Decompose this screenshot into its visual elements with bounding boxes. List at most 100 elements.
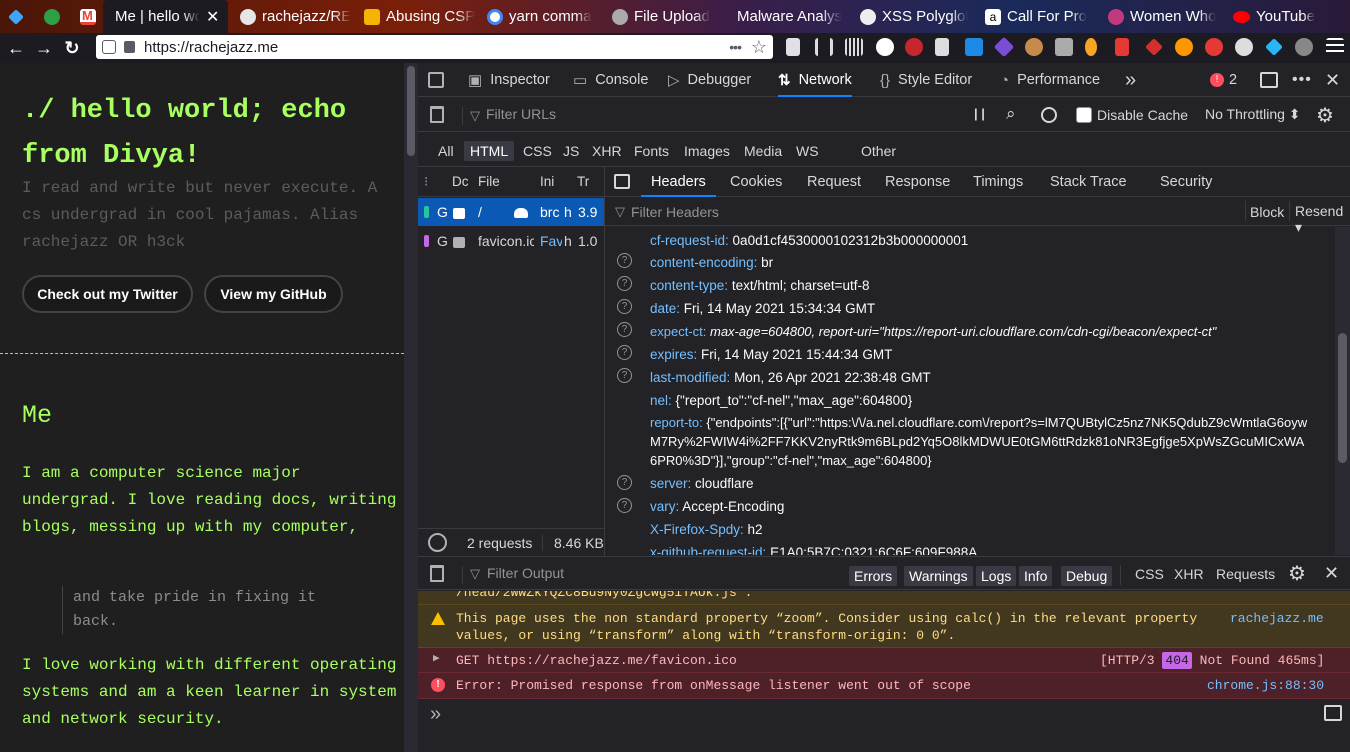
barcode-icon[interactable] <box>845 38 863 56</box>
level-warnings[interactable]: Warnings <box>904 566 973 586</box>
ublock-icon[interactable] <box>905 38 923 56</box>
extension-dots-icon[interactable] <box>1205 38 1223 56</box>
column-transferred[interactable]: Tr <box>577 174 589 189</box>
table-row[interactable]: G / brc h 3.9 <box>418 198 604 226</box>
url-text[interactable]: https://rachejazz.me <box>144 39 278 56</box>
extension-bulb-icon[interactable] <box>1085 38 1097 56</box>
page-actions-button[interactable]: ••• <box>729 39 742 55</box>
level-logs[interactable]: Logs <box>976 566 1017 586</box>
help-icon[interactable]: ? <box>617 368 632 383</box>
close-devtools-icon[interactable]: ✕ <box>1325 63 1340 97</box>
clear-console-icon[interactable] <box>430 565 444 582</box>
tab-pinned-1[interactable] <box>8 0 30 33</box>
more-tools-icon[interactable]: » <box>1125 63 1136 97</box>
hamburger-menu-icon[interactable] <box>1326 38 1344 56</box>
filter-urls-input[interactable]: Filter URLs <box>486 106 556 122</box>
tab-pinned-gmail[interactable]: M <box>80 0 102 33</box>
type-js[interactable]: JS <box>557 141 585 161</box>
close-icon[interactable]: ✕ <box>206 7 219 27</box>
help-icon[interactable]: ? <box>617 322 632 337</box>
extension-mask-icon[interactable] <box>1295 38 1313 56</box>
github-button[interactable]: View my GitHub <box>204 275 343 313</box>
tab-console[interactable]: ▭ Console <box>573 63 648 97</box>
trash-icon[interactable] <box>935 38 949 56</box>
tab-me-hello-world[interactable]: Me | hello world ✕ <box>103 0 228 33</box>
tab-youtube[interactable]: YouTube <box>1233 0 1343 33</box>
tab-pinned-2[interactable] <box>44 0 66 33</box>
help-icon[interactable]: ? <box>617 299 632 314</box>
tab-performance[interactable]: ◔ Performance <box>1000 63 1100 97</box>
tab-response[interactable]: Response <box>885 167 950 197</box>
tab-stack-trace[interactable]: Stack Trace <box>1050 167 1127 197</box>
column-file[interactable]: File <box>478 174 500 189</box>
headers-scrollbar-thumb[interactable] <box>1338 333 1347 463</box>
extension-lock-icon[interactable] <box>1115 38 1129 56</box>
bookmark-star-icon[interactable]: ☆ <box>751 37 767 58</box>
tab-timings[interactable]: Timings <box>973 167 1023 197</box>
element-picker-button[interactable] <box>428 63 452 97</box>
url-bar[interactable]: https://rachejazz.me ••• ☆ <box>96 35 773 59</box>
tab-malware[interactable]: Malware Analys <box>737 0 847 33</box>
console-network-request[interactable]: ▶ GET https://rachejazz.me/favicon.ico [… <box>418 648 1350 673</box>
extension-j-icon[interactable] <box>876 38 894 56</box>
console-settings-gear-icon[interactable]: ⚙ <box>1288 561 1306 586</box>
help-icon[interactable]: ? <box>617 345 632 360</box>
editor-mode-icon[interactable] <box>1324 705 1342 721</box>
tab-call-for-pro[interactable]: a Call For Pro <box>985 0 1093 33</box>
close-split-console-icon[interactable]: ✕ <box>1324 563 1339 584</box>
reload-button[interactable]: ↻ <box>58 35 86 61</box>
tab-debugger[interactable]: ▷ Debugger <box>668 63 751 97</box>
error-source-link[interactable]: chrome.js:88:30 <box>1207 677 1324 694</box>
block-requests-icon[interactable] <box>1041 107 1057 123</box>
column-domain[interactable]: Dc <box>452 174 469 189</box>
disable-cache-checkbox[interactable] <box>1076 107 1092 123</box>
tab-file-upload[interactable]: File Upload <box>612 0 720 33</box>
devtools-menu-icon[interactable]: ••• <box>1292 63 1312 97</box>
expand-arrow-icon[interactable]: ▶ <box>433 651 440 668</box>
type-media[interactable]: Media <box>738 141 788 161</box>
request-initiator[interactable]: Fav <box>540 233 562 249</box>
extension-ip-icon[interactable] <box>1235 38 1253 56</box>
lock-icon[interactable] <box>124 41 135 53</box>
column-initiator[interactable]: Ini <box>540 174 554 189</box>
pause-button[interactable]: | | <box>974 106 985 121</box>
tab-abusing-csp[interactable]: Abusing CSP <box>364 0 476 33</box>
info-icon[interactable] <box>102 40 116 54</box>
page-scrollbar[interactable] <box>404 63 418 752</box>
type-fonts[interactable]: Fonts <box>628 141 675 161</box>
help-icon[interactable]: ? <box>617 475 632 490</box>
filter-xhr[interactable]: XHR <box>1174 566 1204 582</box>
back-button[interactable]: ← <box>2 35 30 61</box>
extension-s-icon[interactable] <box>965 38 983 56</box>
toggle-sidebar-icon[interactable] <box>614 174 630 189</box>
type-all[interactable]: All <box>432 141 460 161</box>
tab-xss[interactable]: XSS Polyglot <box>860 0 968 33</box>
type-html[interactable]: HTML <box>464 141 515 161</box>
tab-headers[interactable]: Headers <box>641 167 716 197</box>
filter-css[interactable]: CSS <box>1135 566 1164 582</box>
type-images[interactable]: Images <box>678 141 736 161</box>
tab-inspector[interactable]: ▣ Inspector <box>468 63 550 97</box>
console-input[interactable]: » <box>418 699 1350 752</box>
type-xhr[interactable]: XHR <box>586 141 628 161</box>
timer-icon[interactable] <box>428 533 447 552</box>
tab-security[interactable]: Security <box>1160 167 1212 197</box>
extension-card-icon[interactable] <box>1055 38 1073 56</box>
type-css[interactable]: CSS <box>517 141 558 161</box>
type-other[interactable]: Other <box>855 141 902 161</box>
clear-trash-icon[interactable] <box>430 106 444 123</box>
tab-request[interactable]: Request <box>807 167 861 197</box>
level-debug[interactable]: Debug <box>1061 566 1113 586</box>
reader-view-icon[interactable] <box>786 38 800 56</box>
tab-style-editor[interactable]: {} Style Editor <box>880 63 972 97</box>
filter-output-input[interactable]: Filter Output <box>487 565 564 581</box>
tab-yarn[interactable]: yarn comma <box>487 0 597 33</box>
tab-github[interactable]: rachejazz/RE <box>236 0 354 33</box>
page-scrollbar-thumb[interactable] <box>407 66 415 156</box>
throttling-select[interactable]: No Throttling ⬍ <box>1205 106 1301 123</box>
dock-toggle-icon[interactable] <box>1260 63 1278 97</box>
extension-half-icon[interactable] <box>1175 38 1193 56</box>
forward-button[interactable]: → <box>30 35 58 61</box>
settings-gear-icon[interactable]: ⚙ <box>1316 103 1334 128</box>
filter-requests[interactable]: Requests <box>1216 566 1275 582</box>
